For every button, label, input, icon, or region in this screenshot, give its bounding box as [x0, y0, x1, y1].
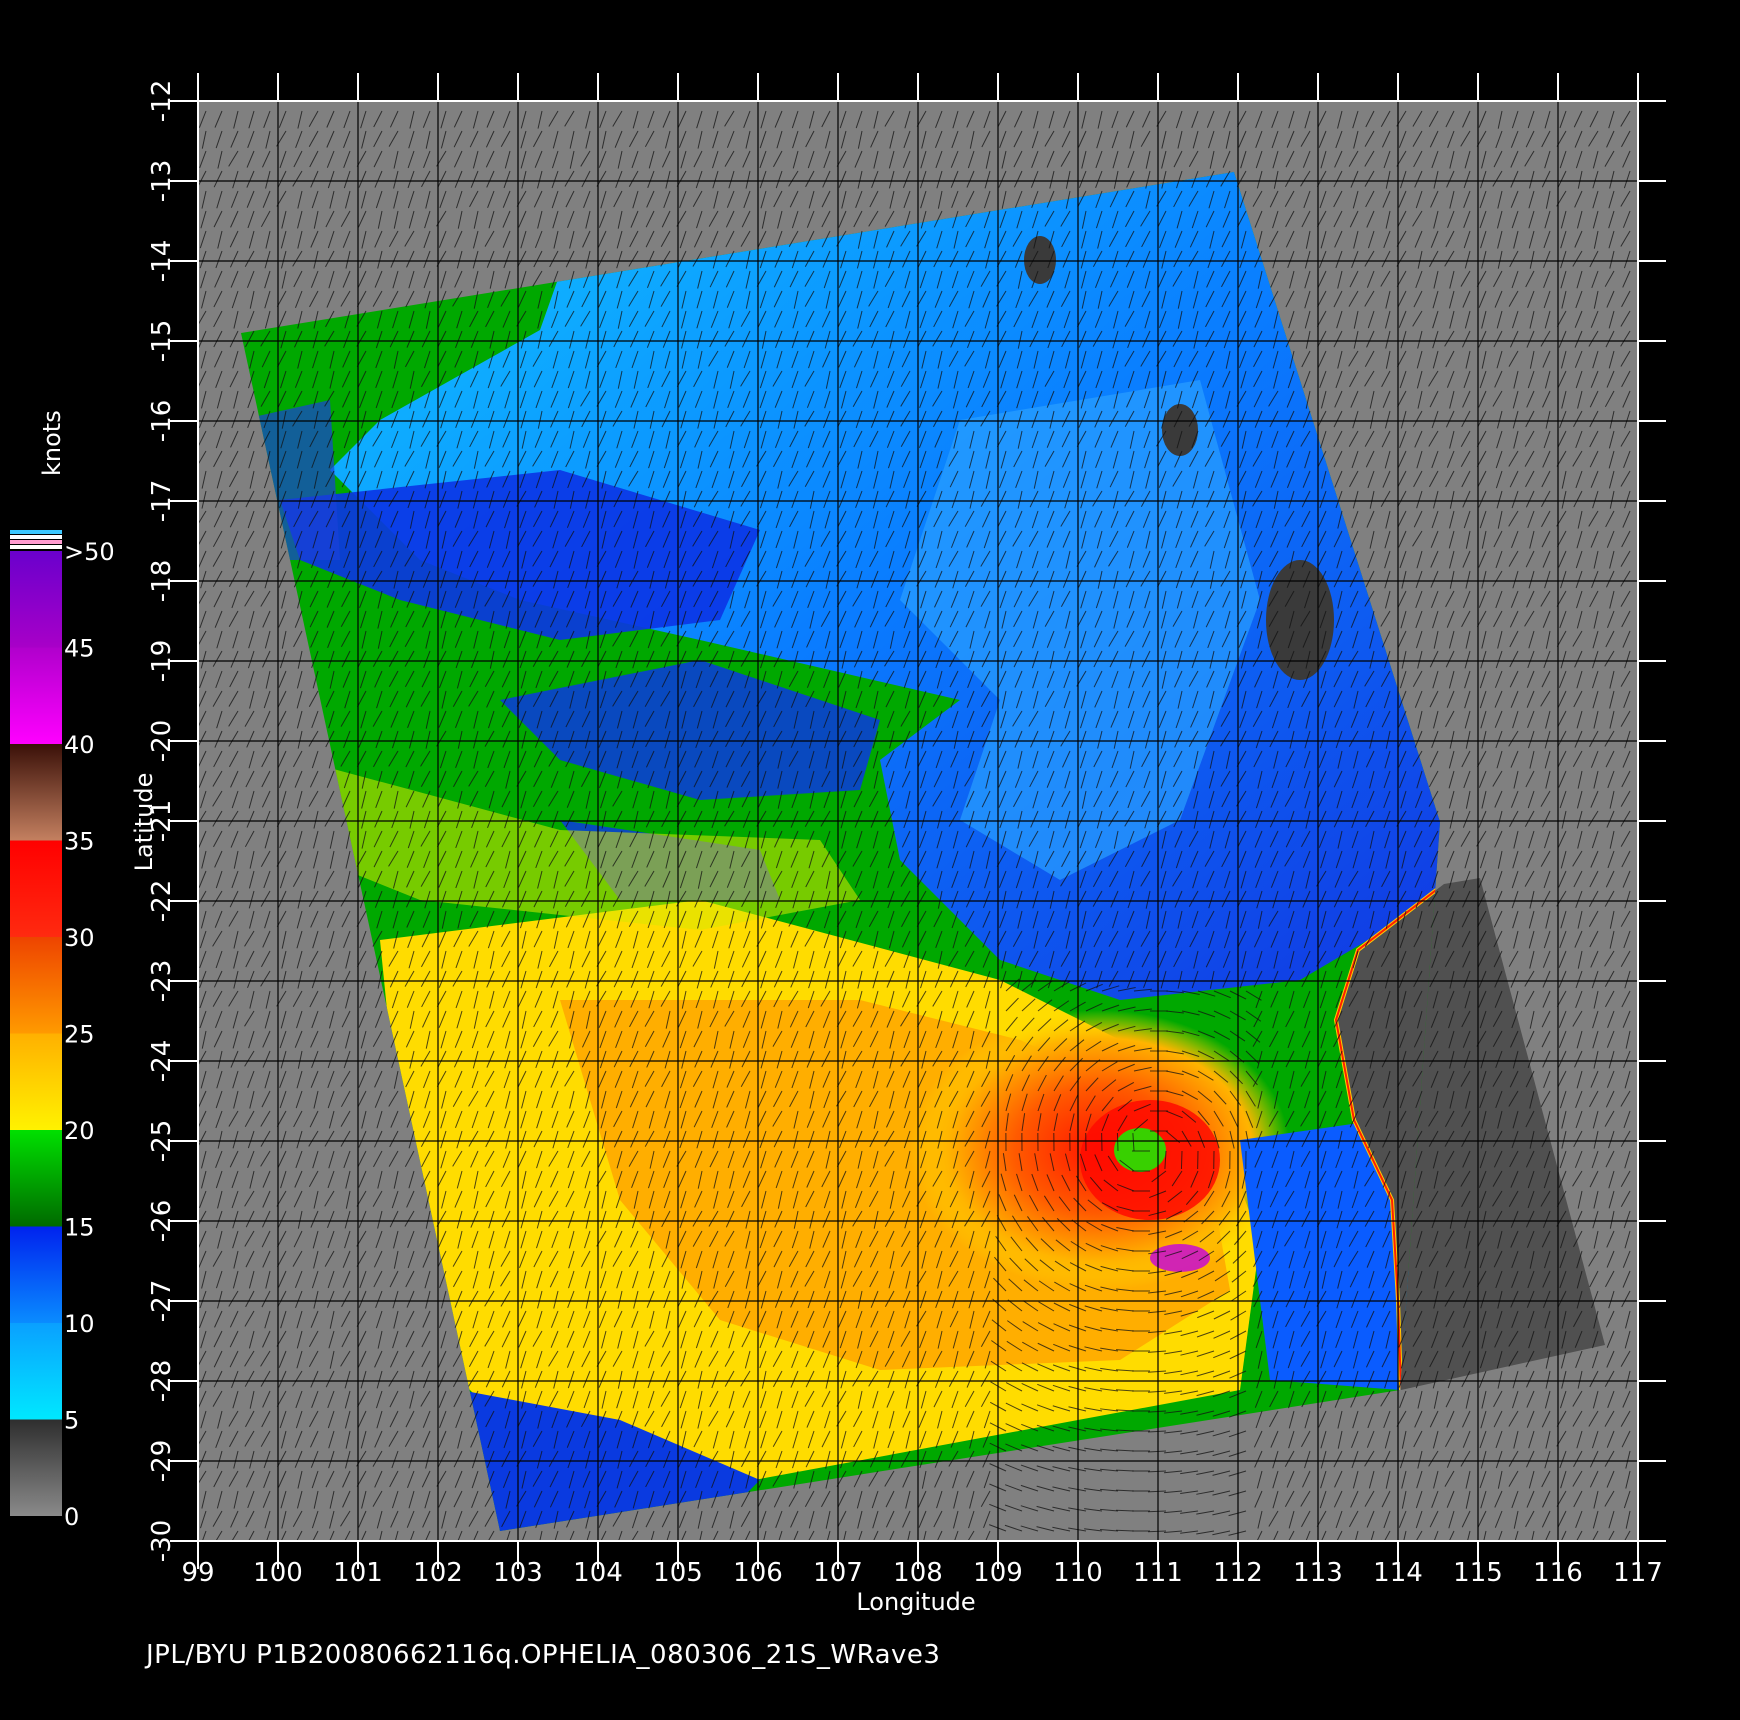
wind-map-figure: 99 100 101 102 103 104 105 106 107 108 109 110 111 11… — [10, 73, 1666, 1616]
wind-barb — [1116, 1132, 1119, 1152]
wind-barb — [1180, 1150, 1183, 1170]
